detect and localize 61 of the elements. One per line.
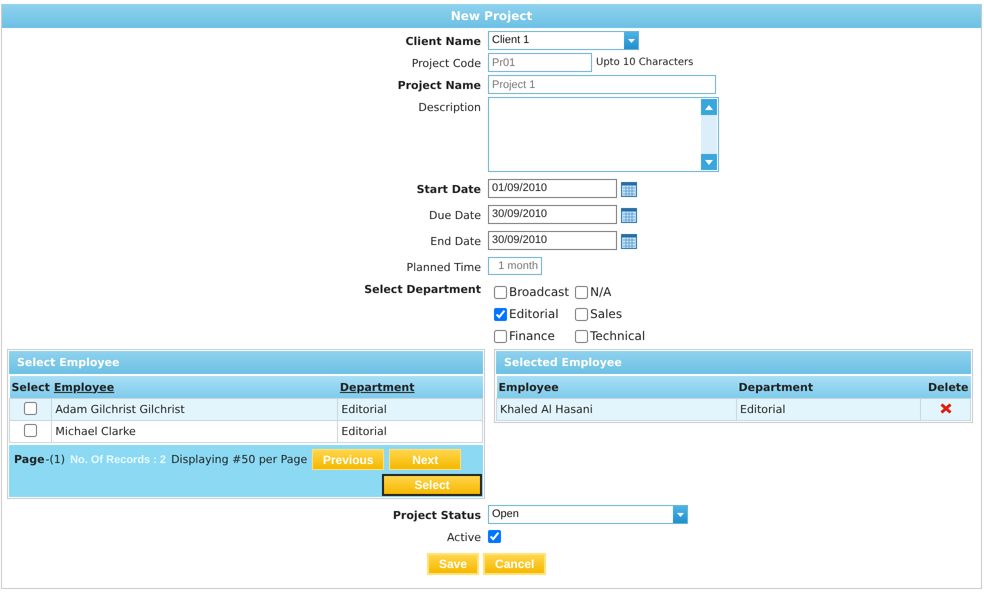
field-label: Planned Time [405,260,482,274]
column-header: Department [736,376,920,398]
column-header: Employee [496,376,736,398]
calendar-icon[interactable] [621,232,637,248]
input-field[interactable]: Project 1 [488,75,716,94]
window-title: New Project [2,4,981,28]
table-cell: Editorial [736,398,920,420]
table-cell: Khaled Al Hasani [496,398,736,420]
date-field[interactable]: 01/09/2010 [488,179,617,198]
table-cell: Michael Clarke [52,420,338,442]
checkbox-label: Broadcast [509,285,570,299]
column-header: Select [10,376,52,398]
page-label: Page [14,453,45,466]
checkbox[interactable] [488,530,501,543]
checkbox[interactable] [494,286,507,298]
field-label: Project Name [396,78,482,92]
field-label: Active [446,530,482,544]
field-label: Project Status [392,508,482,522]
displaying-text: Displaying #50 per Page [171,453,308,466]
calendar-icon[interactable] [621,206,637,222]
checkbox-label: N/A [590,285,612,299]
field-label: Description [417,100,482,114]
table-cell: Editorial [338,420,482,442]
checkbox-label: Sales [590,307,622,321]
date-field[interactable]: 30/09/2010 [488,205,617,224]
input-field[interactable]: 1 month [488,257,542,275]
checkbox-label: Finance [509,329,555,343]
row-checkbox[interactable] [24,402,38,414]
field-label: Project Code [410,56,482,70]
checkbox-label: Editorial [509,307,559,321]
panel-title: Selected Employee [496,351,971,374]
checkbox[interactable] [575,286,588,298]
column-header: Delete [920,376,970,398]
scroll-up-icon[interactable] [701,99,717,115]
textarea-field[interactable] [488,97,719,172]
checkbox-label: Technical [590,329,646,343]
field-label: Client Name [404,34,482,48]
field-label: Start Date [416,182,482,196]
column-header[interactable]: Department [338,376,482,398]
checkbox[interactable] [575,308,588,320]
row-checkbox[interactable] [24,424,38,436]
table-cell: Editorial [338,398,482,420]
dropdown-field[interactable]: Open [488,505,688,524]
panel-title: Select Employee [9,351,483,374]
checkbox[interactable] [575,330,588,342]
checkbox[interactable] [494,308,507,320]
records-count: No. Of Records : 2 [70,454,166,466]
delete-icon[interactable] [940,402,952,414]
field-label: Select Department [363,282,482,296]
checkbox[interactable] [494,330,507,342]
table-cell: Adam Gilchrist Gilchrist [52,398,338,420]
scroll-down-icon[interactable] [701,154,717,170]
calendar-icon[interactable] [621,180,637,196]
date-field[interactable]: 30/09/2010 [488,231,617,250]
field-label: End Date [429,234,482,248]
field-label: Due Date [428,208,482,222]
dropdown-field[interactable]: Client 1 [488,31,639,50]
page-number: -(1) [46,453,66,466]
hint-text: Upto 10 Characters [596,57,694,68]
input-field[interactable]: Pr01 [488,53,592,72]
column-header[interactable]: Employee [52,376,338,398]
